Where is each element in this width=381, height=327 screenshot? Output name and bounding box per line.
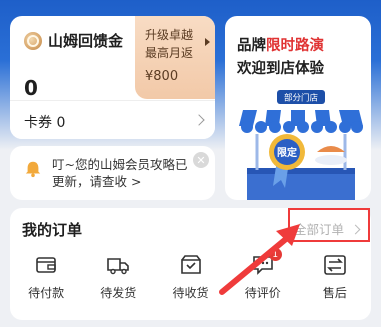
orders-status-row: 待付款 待发货 待收货 1 待评价 售后	[10, 248, 371, 310]
upgrade-tag[interactable]: 升级卓越 最高月返 ¥800	[135, 16, 215, 99]
highlight-box	[288, 208, 370, 242]
rewards-title: 山姆回馈金	[48, 32, 124, 50]
order-item-pending-review[interactable]: 1 待评价	[227, 248, 299, 310]
chevron-right-icon	[205, 38, 210, 46]
review-count-badge: 1	[268, 248, 282, 261]
coupon-label: 卡券 0	[24, 115, 66, 131]
order-item-pending-shipment[interactable]: 待发货	[82, 254, 154, 310]
order-item-label: 售后	[322, 286, 347, 300]
wallet-icon	[36, 257, 56, 273]
rewards-title-row: 山姆回馈金	[24, 30, 123, 51]
truck-icon	[107, 258, 130, 275]
order-item-pending-payment[interactable]: 待付款	[10, 254, 82, 310]
package-icon	[180, 255, 201, 274]
notice-text: 叮~您的山姆会员攻略已更新，请查收 >	[52, 157, 188, 189]
store-illustration: 部分门店 限定	[239, 90, 363, 200]
chevron-right-icon	[193, 114, 205, 126]
upgrade-line1: 升级卓越	[145, 28, 194, 42]
promo-subtitle: 欢迎到店体验	[237, 61, 324, 77]
order-item-label: 待付款	[28, 286, 65, 300]
promo-title-prefix: 品牌	[237, 38, 266, 54]
orders-heading: 我的订单	[22, 221, 83, 239]
close-icon[interactable]: ✕	[193, 152, 209, 168]
orders-card: 我的订单 全部订单 待付款 待发货 待收货 1 待评价 售后	[10, 208, 371, 320]
promo-card[interactable]: 品牌限时路演 欢迎到店体验 部分门店 限定	[225, 16, 371, 200]
order-item-label: 待评价	[244, 286, 281, 300]
order-item-label: 待发货	[100, 286, 137, 300]
upgrade-amount: ¥800	[145, 69, 179, 84]
promo-badge-text: 限定	[277, 146, 297, 159]
coupon-row[interactable]: 卡券 0	[10, 100, 215, 139]
rewards-balance: 0	[24, 76, 38, 100]
upgrade-line2: 最高月返	[145, 46, 194, 60]
notice-card[interactable]: 叮~您的山姆会员攻略已更新，请查收 > ✕	[10, 146, 215, 200]
coin-icon	[24, 31, 42, 50]
promo-title-highlight: 限时路演	[266, 38, 324, 54]
store-sign-text: 部分门店	[284, 93, 319, 104]
promo-title: 品牌限时路演	[237, 34, 324, 55]
order-item-pending-receipt[interactable]: 待收货	[154, 254, 226, 310]
order-item-after-sales[interactable]: 售后	[299, 254, 371, 310]
bell-icon	[25, 161, 41, 178]
exchange-icon	[324, 255, 346, 275]
order-item-label: 待收货	[172, 286, 209, 300]
